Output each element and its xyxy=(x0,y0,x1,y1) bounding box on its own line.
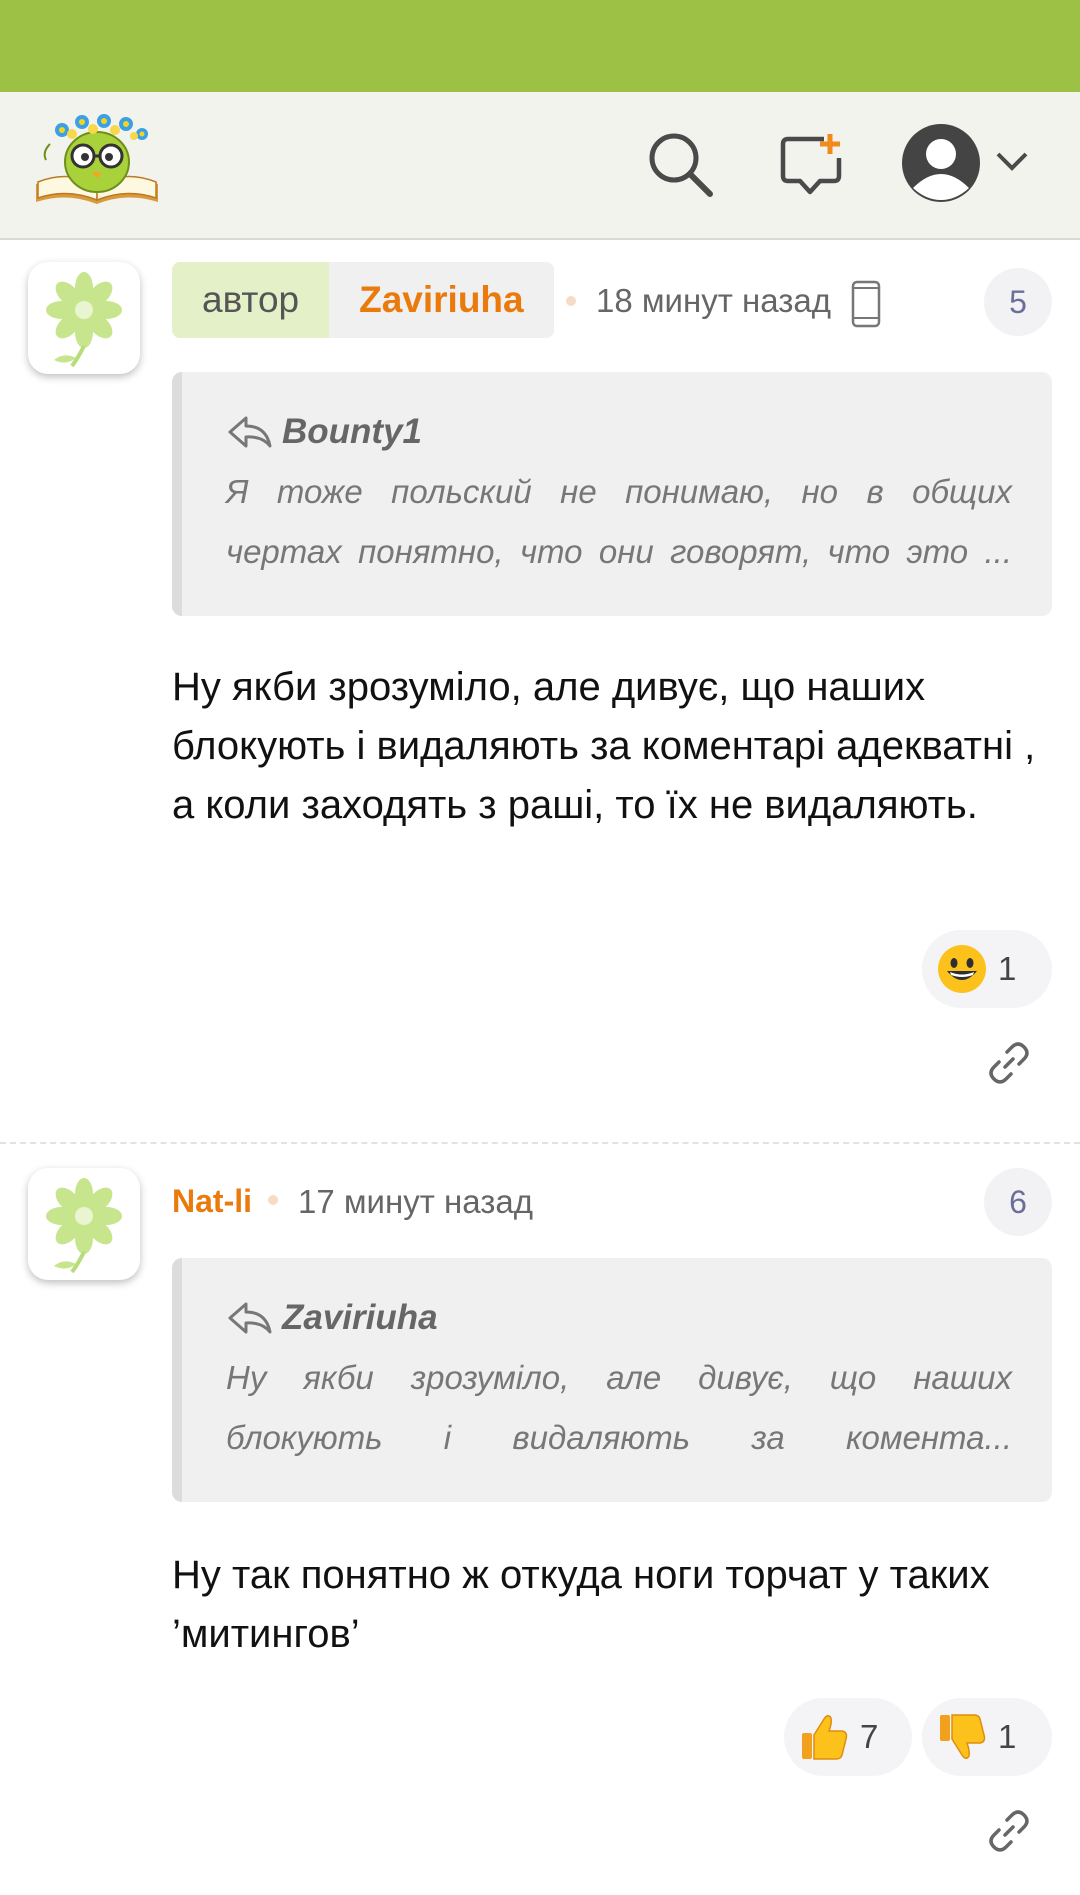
link-icon[interactable] xyxy=(984,1038,1034,1088)
comment-number[interactable]: 6 xyxy=(984,1168,1052,1236)
quoted-author: Bounty1 xyxy=(282,412,422,451)
user-avatar-icon[interactable] xyxy=(900,122,982,204)
comment-text: Ну якби зрозуміло, але дивує, що наших б… xyxy=(172,665,1036,827)
reaction-count: 7 xyxy=(860,1718,879,1755)
status-bar xyxy=(0,0,1080,92)
thumbs-down-emoji xyxy=(940,1714,986,1759)
reaction-count: 1 xyxy=(998,950,1017,987)
chevron-down-icon[interactable] xyxy=(994,148,1030,176)
search-icon[interactable] xyxy=(644,128,716,200)
author-name-link[interactable]: Nat-li xyxy=(172,1183,252,1220)
reaction-count: 1 xyxy=(998,1718,1017,1755)
reply-arrow-icon xyxy=(228,416,272,448)
author-badge: автор Zaviriuha xyxy=(172,262,554,338)
quoted-author: Zaviriuha xyxy=(282,1298,438,1337)
quoted-text-line-2: чертах понятно, что они говорят, что это… xyxy=(226,533,1012,570)
commenter-avatar[interactable] xyxy=(28,1168,140,1280)
quoted-text-line-2: блокують і видаляють за комента... xyxy=(226,1419,1012,1456)
quoted-text-line-1: Я тоже польский не понимаю, но в общих xyxy=(226,473,1012,510)
comment-time: 18 минут назад xyxy=(596,282,831,319)
link-icon[interactable] xyxy=(984,1806,1034,1856)
reaction-thumbs-up[interactable]: 7 xyxy=(784,1698,912,1776)
reaction-thumbs-down[interactable]: 1 xyxy=(922,1698,1052,1776)
site-logo[interactable] xyxy=(32,112,162,212)
quoted-comment[interactable]: Zaviriuha Ну якби зрозуміло, але дивує, … xyxy=(172,1258,1052,1502)
reply-arrow-icon xyxy=(228,1302,272,1334)
separator-dot xyxy=(566,296,576,306)
commenter-avatar[interactable] xyxy=(28,262,140,374)
new-comment-icon[interactable] xyxy=(778,130,848,200)
thumbs-up-emoji xyxy=(802,1715,848,1760)
grinning-face-emoji xyxy=(938,945,986,993)
quoted-comment[interactable]: Bounty1 Я тоже польский не понимаю, но в… xyxy=(172,372,1052,616)
comment-divider xyxy=(0,1142,1080,1144)
mobile-phone-icon xyxy=(851,280,881,328)
comment-time: 17 минут назад xyxy=(298,1183,533,1220)
author-name-link[interactable]: Zaviriuha xyxy=(329,262,554,338)
reaction-grinning[interactable]: 1 xyxy=(922,930,1052,1008)
separator-dot xyxy=(268,1195,278,1205)
comment-text: Ну так понятно ж откуда ноги торчат у та… xyxy=(172,1553,990,1656)
author-role-label: автор xyxy=(172,262,330,338)
quoted-text-line-1: Ну якби зрозуміло, але дивує, що наших xyxy=(226,1359,1012,1396)
comment-number[interactable]: 5 xyxy=(984,268,1052,336)
